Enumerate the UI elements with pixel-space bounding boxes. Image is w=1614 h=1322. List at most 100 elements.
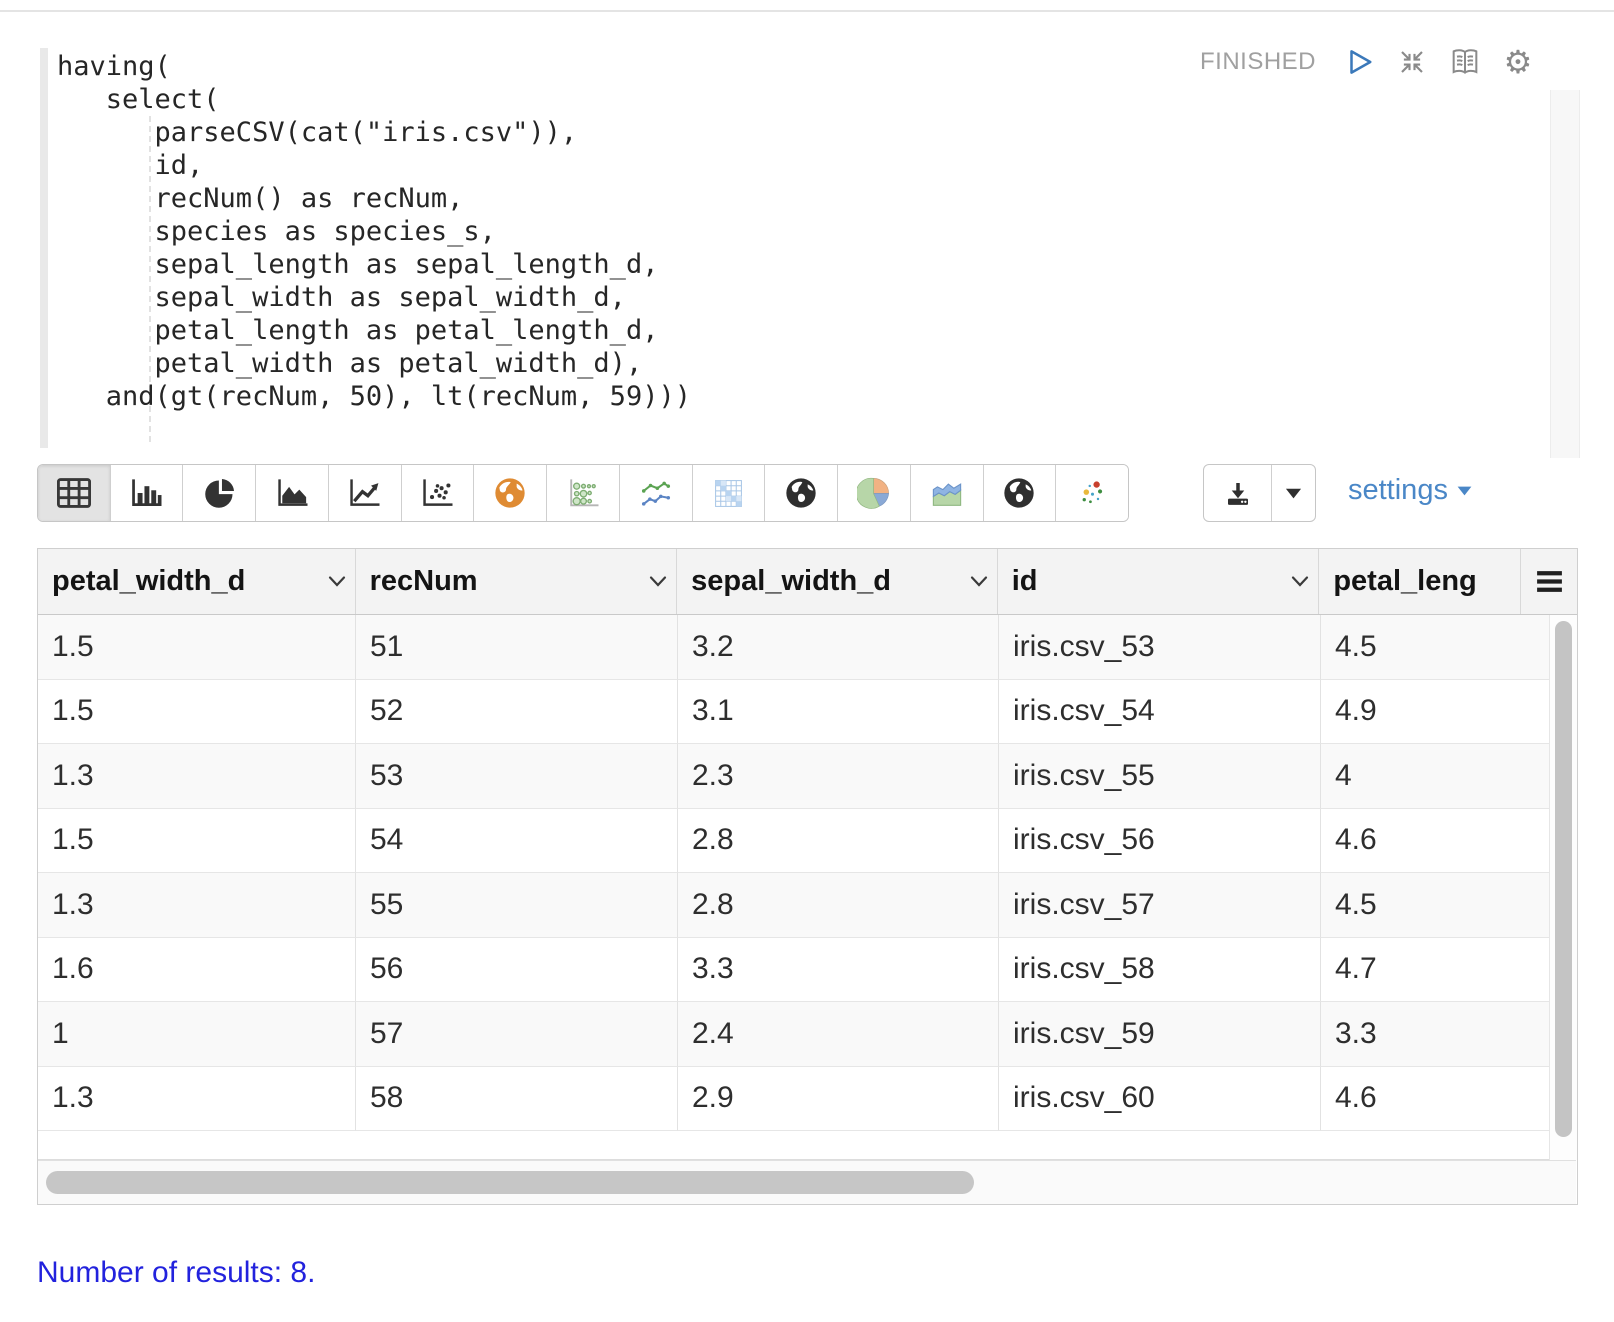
result-table: petal_width_d recNum sepal_width_d id pe… — [37, 548, 1578, 1205]
pie-colored-icon — [857, 477, 890, 509]
show-editor-button[interactable] — [1449, 46, 1481, 78]
chart-btn-globe-dark[interactable] — [765, 465, 839, 521]
area-chart-icon — [277, 479, 308, 506]
cell: 2.8 — [678, 808, 999, 873]
table-menu-button[interactable] — [1521, 549, 1577, 614]
cell: 4.5 — [1321, 873, 1551, 938]
chart-btn-pie-colored[interactable] — [838, 465, 911, 521]
settings-caret-icon — [1457, 486, 1472, 495]
cell: 1.3 — [38, 744, 356, 809]
chart-btn-area-colored[interactable] — [910, 465, 984, 521]
table-row[interactable]: 1.5 54 2.8 iris.csv_56 4.6 — [38, 808, 1551, 873]
cell: 2.4 — [678, 1002, 999, 1067]
code-editor[interactable]: having( select( parseCSV(cat("iris.csv")… — [40, 48, 1510, 450]
horizontal-scrollbar-thumb[interactable] — [46, 1171, 974, 1194]
chart-btn-line[interactable] — [328, 465, 402, 521]
vertical-scrollbar-thumb[interactable] — [1555, 621, 1572, 1137]
cell: iris.csv_60 — [999, 1066, 1321, 1131]
chart-btn-scatter-colored[interactable] — [1056, 465, 1128, 521]
editor-scrollbar[interactable] — [1550, 90, 1580, 458]
scatter-chart-icon — [423, 479, 453, 506]
caret-down-icon — [1285, 488, 1302, 498]
table-row[interactable]: 1.6 56 3.3 iris.csv_58 4.7 — [38, 937, 1551, 1002]
cell: 57 — [356, 1002, 678, 1067]
cell: iris.csv_55 — [999, 744, 1321, 809]
visualization-toolbar: settings — [37, 464, 1578, 522]
cell: 1.5 — [38, 679, 356, 744]
cell: 1.3 — [38, 1066, 356, 1131]
chart-btn-bar[interactable] — [110, 465, 184, 521]
vertical-scrollbar-track[interactable] — [1549, 615, 1577, 1160]
settings-toggle[interactable]: settings — [1348, 474, 1472, 507]
book-icon — [1452, 49, 1478, 74]
chevron-down-icon[interactable] — [327, 575, 347, 588]
column-header-petal-length[interactable]: petal_leng — [1319, 549, 1522, 614]
run-button[interactable] — [1343, 46, 1375, 78]
table-body: 1.5 51 3.2 iris.csv_53 4.5 1.5 52 3.1 ir… — [38, 615, 1577, 1160]
cell: 4.6 — [1321, 1067, 1551, 1131]
column-header-sepal-width[interactable]: sepal_width_d — [677, 549, 998, 614]
play-icon — [1350, 50, 1372, 74]
cell: 2.3 — [678, 744, 999, 809]
cell: 3.3 — [1321, 1002, 1551, 1067]
cell: iris.csv_59 — [999, 1002, 1321, 1067]
download-button[interactable] — [1204, 465, 1272, 521]
cell: 52 — [356, 679, 678, 744]
cell: 51 — [356, 615, 678, 680]
column-header-petal-width[interactable]: petal_width_d — [38, 549, 356, 614]
scatter-colored-icon — [1082, 480, 1102, 503]
line-chart-icon — [350, 479, 380, 506]
status-badge: FINISHED — [1199, 48, 1316, 75]
cell: 3.1 — [678, 679, 999, 744]
paragraph-settings-button[interactable]: ⚙ — [1502, 46, 1534, 78]
chart-btn-map-orange[interactable] — [474, 465, 548, 521]
chevron-down-icon[interactable] — [1290, 575, 1310, 588]
table-row[interactable]: 1.5 52 3.1 iris.csv_54 4.9 — [38, 679, 1551, 744]
area-colored-icon — [932, 483, 961, 506]
cell: 4.9 — [1321, 680, 1551, 744]
cell: 53 — [356, 744, 678, 809]
cell: iris.csv_58 — [999, 937, 1321, 1002]
compress-icon — [1401, 51, 1423, 73]
chevron-down-icon[interactable] — [969, 575, 989, 588]
table-row[interactable]: 1.3 58 2.9 iris.csv_60 4.6 — [38, 1066, 1551, 1131]
hamburger-menu-icon — [1536, 571, 1562, 592]
table-row[interactable]: 1 57 2.4 iris.csv_59 3.3 — [38, 1002, 1551, 1067]
cell: 1.6 — [38, 937, 356, 1002]
heatmap-icon — [715, 479, 742, 507]
chevron-down-icon[interactable] — [648, 575, 668, 588]
chart-btn-scatter[interactable] — [401, 465, 475, 521]
cell: 54 — [356, 808, 678, 873]
chart-btn-multiline[interactable] — [619, 465, 693, 521]
cell: iris.csv_56 — [999, 808, 1321, 873]
download-menu-button[interactable] — [1272, 465, 1315, 521]
cell: 3.3 — [678, 937, 999, 1002]
cell: iris.csv_53 — [999, 615, 1321, 680]
chart-btn-table[interactable] — [38, 465, 111, 521]
cell: 4.7 — [1321, 938, 1551, 1002]
table-icon — [56, 478, 91, 508]
table-row[interactable]: 1.5 51 3.2 iris.csv_53 4.5 — [38, 615, 1551, 680]
chart-btn-bubble[interactable] — [547, 465, 620, 521]
cell: iris.csv_54 — [999, 679, 1321, 744]
cell: 4.5 — [1321, 615, 1551, 680]
bar-chart-icon — [132, 479, 162, 506]
chart-btn-pie[interactable] — [183, 465, 257, 521]
chart-btn-area[interactable] — [256, 465, 329, 521]
chart-btn-heatmap[interactable] — [692, 465, 766, 521]
query-code[interactable]: having( select( parseCSV(cat("iris.csv")… — [57, 50, 691, 413]
table-header: petal_width_d recNum sepal_width_d id pe… — [38, 549, 1577, 615]
column-header-id[interactable]: id — [998, 549, 1320, 614]
paragraph-controls: FINISHED ⚙ — [1200, 46, 1534, 78]
cell: 4.6 — [1321, 809, 1551, 873]
chart-btn-globe-dark-2[interactable] — [983, 465, 1057, 521]
table-row[interactable]: 1.3 53 2.3 iris.csv_55 4 — [38, 744, 1551, 809]
horizontal-scrollbar-track[interactable] — [38, 1160, 1576, 1204]
collapse-button[interactable] — [1396, 46, 1428, 78]
table-row[interactable]: 1.3 55 2.8 iris.csv_57 4.5 — [38, 873, 1551, 938]
cell: 1.3 — [38, 873, 356, 938]
download-icon — [1227, 483, 1248, 505]
cell: 2.9 — [678, 1066, 999, 1131]
bubble-chart-icon — [569, 479, 598, 507]
column-header-recnum[interactable]: recNum — [356, 549, 678, 614]
